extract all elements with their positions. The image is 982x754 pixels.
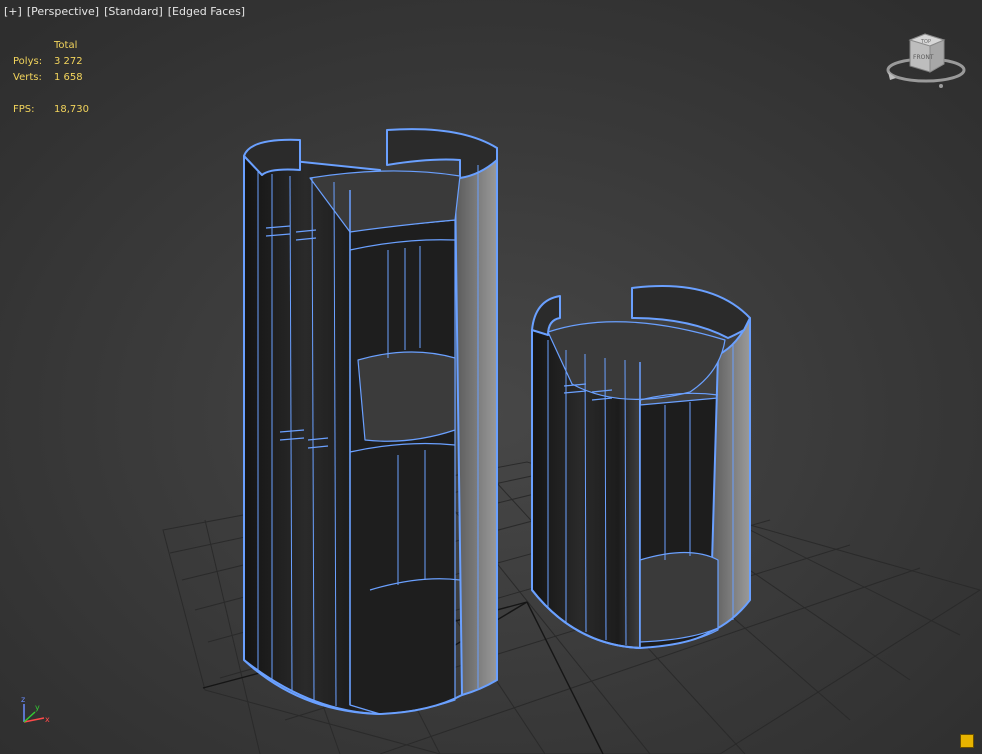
viewport-label-menu: [+] [Perspective] [Standard] [Edged Face… bbox=[4, 5, 245, 18]
axis-x-label: x bbox=[45, 715, 50, 724]
stats-total-header: Total bbox=[54, 40, 78, 51]
short-cylinder-model[interactable] bbox=[531, 285, 751, 649]
stats-verts-value: 1 658 bbox=[54, 72, 83, 83]
viewcube-front-label: FRONT bbox=[913, 54, 934, 61]
axis-y-label: y bbox=[35, 703, 40, 712]
statistics-overlay: Total Polys: 3 272 Verts: 1 658 FPS: 18,730 bbox=[13, 38, 89, 118]
viewport-scene[interactable]: FRONT TOP z x y bbox=[0, 0, 982, 754]
viewcube-top-label: TOP bbox=[920, 39, 931, 45]
stats-polys-value: 3 272 bbox=[54, 56, 83, 67]
stats-verts-label: Verts: bbox=[13, 72, 42, 83]
stats-fps-value: 18,730 bbox=[54, 104, 89, 115]
stats-fps-label: FPS: bbox=[13, 104, 35, 115]
viewport-pov-menu[interactable]: [Perspective] bbox=[27, 5, 99, 18]
maximize-toggle-icon[interactable] bbox=[960, 734, 974, 748]
stats-polys-label: Polys: bbox=[13, 56, 43, 67]
axis-z-label: z bbox=[21, 695, 25, 704]
viewport-shading-menu[interactable]: [Standard] bbox=[104, 5, 163, 18]
perspective-viewport[interactable]: FRONT TOP z x y [+] [Perspective] [Stand… bbox=[0, 0, 982, 754]
viewport-display-menu[interactable]: [Edged Faces] bbox=[168, 5, 245, 18]
viewport-plus-menu[interactable]: [+] bbox=[4, 5, 22, 18]
